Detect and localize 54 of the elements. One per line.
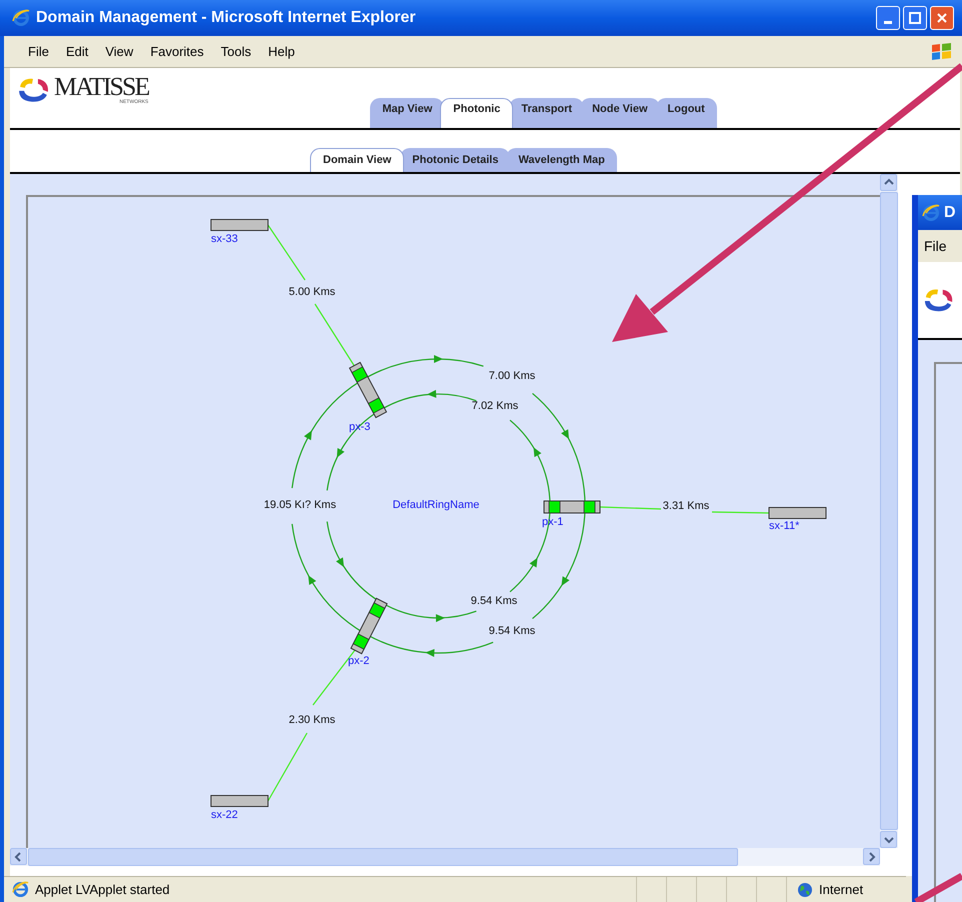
distance-label: 7.02 Kms bbox=[472, 400, 518, 412]
tab[interactable]: Map View bbox=[370, 98, 444, 128]
scroll-button[interactable] bbox=[880, 831, 897, 848]
windows-flag-icon bbox=[930, 40, 954, 62]
menu-item[interactable]: File bbox=[20, 42, 57, 62]
shelf-node[interactable] bbox=[210, 219, 268, 231]
minimize-button[interactable] bbox=[876, 6, 900, 30]
menu-item[interactable]: View bbox=[97, 42, 142, 62]
globe-icon bbox=[797, 882, 813, 898]
ring-name: DefaultRingName bbox=[392, 499, 480, 511]
browser-icon bbox=[922, 204, 940, 222]
window-title: D bbox=[944, 202, 956, 222]
distance-label: 9.54 Kms bbox=[470, 595, 518, 607]
close-icon bbox=[936, 12, 948, 24]
menu-item[interactable]: Tools bbox=[212, 42, 260, 62]
distance-label: 3.31 Kms bbox=[662, 500, 710, 512]
shelf-node[interactable] bbox=[210, 795, 268, 807]
node-label: px-2 bbox=[348, 655, 370, 667]
maximize-button[interactable] bbox=[902, 6, 927, 30]
node-label: sx-33 bbox=[211, 233, 238, 245]
minimize-icon bbox=[884, 21, 892, 24]
browser-icon bbox=[12, 9, 30, 27]
shelf-node[interactable] bbox=[768, 507, 826, 519]
maximize-icon bbox=[908, 12, 921, 24]
browser-icon bbox=[12, 881, 29, 898]
horizontal-scrollbar[interactable] bbox=[10, 848, 880, 866]
menu-item[interactable]: Edit bbox=[58, 42, 96, 62]
tab[interactable]: Photonic Details bbox=[400, 148, 510, 172]
close-button[interactable] bbox=[930, 6, 954, 30]
zone-text: Internet bbox=[819, 880, 864, 899]
node-label: sx-11* bbox=[769, 520, 800, 532]
menu-item[interactable]: Favorites bbox=[142, 42, 212, 62]
tab[interactable]: Photonic bbox=[440, 98, 514, 128]
logo-text: MATISSE bbox=[54, 74, 148, 100]
tab[interactable]: Transport bbox=[509, 98, 584, 128]
node-label: sx-22 bbox=[211, 809, 238, 821]
scroll-button[interactable] bbox=[880, 174, 897, 191]
tab[interactable]: Logout bbox=[656, 98, 717, 128]
tab[interactable]: Domain View bbox=[310, 148, 404, 172]
menu-item[interactable]: File bbox=[924, 236, 947, 256]
distance-label: 9.54 Kms bbox=[488, 625, 536, 637]
distance-label: 2.30 Kms bbox=[288, 714, 336, 726]
tab[interactable]: Node View bbox=[580, 98, 660, 128]
distance-label: 7.00 Kms bbox=[488, 370, 536, 382]
scroll-button[interactable] bbox=[10, 848, 27, 865]
switch-node[interactable] bbox=[544, 500, 600, 514]
window-title: Domain Management - Microsoft Internet Explorer bbox=[36, 8, 416, 28]
status-text: Applet LVApplet started bbox=[35, 880, 170, 899]
menu-item[interactable]: Help bbox=[260, 42, 303, 62]
scroll-thumb[interactable] bbox=[28, 848, 738, 866]
scroll-button[interactable] bbox=[863, 848, 880, 865]
distance-label: 19.05 Kı? Kms bbox=[264, 499, 336, 511]
tab[interactable]: Wavelength Map bbox=[506, 148, 617, 172]
distance-label: 5.00 Kms bbox=[288, 286, 336, 298]
